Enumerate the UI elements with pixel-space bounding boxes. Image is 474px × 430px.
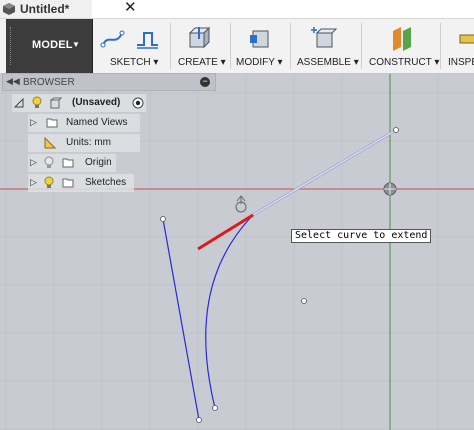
construct-menu[interactable]: CONSTRUCT ▾ — [367, 19, 440, 73]
toolbar-divider — [361, 23, 362, 69]
tree-item-root[interactable]: (Unsaved) — [12, 94, 146, 112]
tree-item-label: Units: mm — [66, 137, 111, 148]
sketch-point[interactable] — [393, 127, 399, 133]
inspect-menu-label: INSPE — [448, 57, 474, 68]
visibility-bulb-icon[interactable] — [44, 176, 54, 190]
origin-point[interactable] — [383, 182, 397, 196]
visibility-bulb-icon[interactable] — [32, 96, 42, 110]
extension-preview-core — [252, 129, 397, 216]
create-menu[interactable]: CREATE ▾ — [176, 19, 228, 73]
browser-panel-header[interactable]: ◀◀ BROWSER − — [2, 73, 216, 91]
extend-cursor-icon — [235, 195, 247, 213]
sketch-point[interactable] — [212, 405, 218, 411]
expand-triangle-icon[interactable]: ▷ — [30, 177, 37, 188]
title-bar: Untitled* ✕ — [0, 0, 474, 19]
assemble-menu[interactable]: ASSEMBLE ▾ — [295, 19, 359, 73]
browser-title: BROWSER — [23, 77, 75, 88]
workspace-switcher-button[interactable]: MODEL ▼ — [6, 19, 93, 73]
new-component-icon — [311, 27, 337, 48]
folder-icon — [62, 178, 74, 188]
tree-item-sketches[interactable]: ▷ Sketches — [28, 174, 134, 192]
chevron-down-icon: ▼ — [72, 40, 80, 49]
assemble-menu-label: ASSEMBLE ▾ — [297, 57, 359, 68]
toolbar-divider — [170, 23, 171, 69]
extend-highlight-segment — [197, 213, 254, 251]
activate-radio-icon[interactable] — [132, 97, 144, 109]
sketch-point[interactable] — [160, 216, 166, 222]
sketch-point[interactable] — [301, 298, 307, 304]
tree-item-units[interactable]: Units: mm — [28, 134, 140, 152]
tree-item-label: Sketches — [85, 177, 127, 188]
units-ruler-icon — [44, 137, 56, 149]
command-tooltip: Select curve to extend — [291, 229, 432, 243]
tree-item-named-views[interactable]: ▷ Named Views — [28, 114, 140, 132]
document-tab[interactable]: Untitled* — [0, 0, 92, 18]
folder-icon — [46, 118, 58, 128]
toolbar-divider — [290, 23, 291, 69]
construct-menu-label: CONSTRUCT ▾ — [369, 57, 440, 68]
sketch-point[interactable] — [196, 417, 202, 423]
workspace-label: MODEL — [32, 39, 73, 51]
expand-triangle-icon[interactable]: ▷ — [30, 117, 37, 128]
collapse-icon[interactable]: ◀◀ — [6, 76, 20, 87]
tree-item-origin[interactable]: ▷ Origin — [28, 154, 116, 172]
toolbar-divider — [230, 23, 231, 69]
tree-item-label: Named Views — [66, 117, 128, 128]
sketch-menu-label: SKETCH ▾ — [110, 57, 159, 68]
visibility-bulb-icon[interactable] — [44, 156, 54, 170]
expanded-triangle-icon[interactable] — [14, 98, 24, 108]
inspect-menu[interactable]: INSPE — [446, 19, 474, 73]
toolbar-divider — [440, 23, 441, 69]
press-pull-icon — [250, 30, 269, 48]
tree-item-label: Origin — [85, 157, 112, 168]
expand-triangle-icon[interactable]: ▷ — [30, 157, 37, 168]
measure-icon — [459, 34, 474, 44]
sketch-curve-icon — [100, 30, 125, 48]
create-menu-label: CREATE ▾ — [178, 57, 226, 68]
modify-menu[interactable]: MODIFY ▾ — [236, 19, 290, 73]
tree-item-label: (Unsaved) — [72, 97, 121, 108]
component-icon — [50, 97, 62, 109]
grip-handle-icon — [10, 27, 14, 65]
extrude-box-icon — [188, 26, 211, 49]
folder-icon — [62, 158, 74, 168]
sketch-profile-icon — [137, 32, 158, 49]
document-title: Untitled* — [20, 2, 70, 16]
offset-plane-icon — [393, 27, 411, 51]
toolbar: MODEL ▼ SKETCH ▾ CREATE ▾ MODIFY ▾ ASSEM… — [0, 19, 474, 74]
document-icon — [3, 3, 15, 15]
close-icon[interactable]: ✕ — [124, 0, 137, 16]
modify-menu-label: MODIFY ▾ — [236, 57, 283, 68]
minimize-icon[interactable]: − — [200, 77, 210, 87]
sketch-line[interactable] — [162, 218, 200, 421]
sketch-menu[interactable]: SKETCH ▾ — [98, 19, 164, 73]
